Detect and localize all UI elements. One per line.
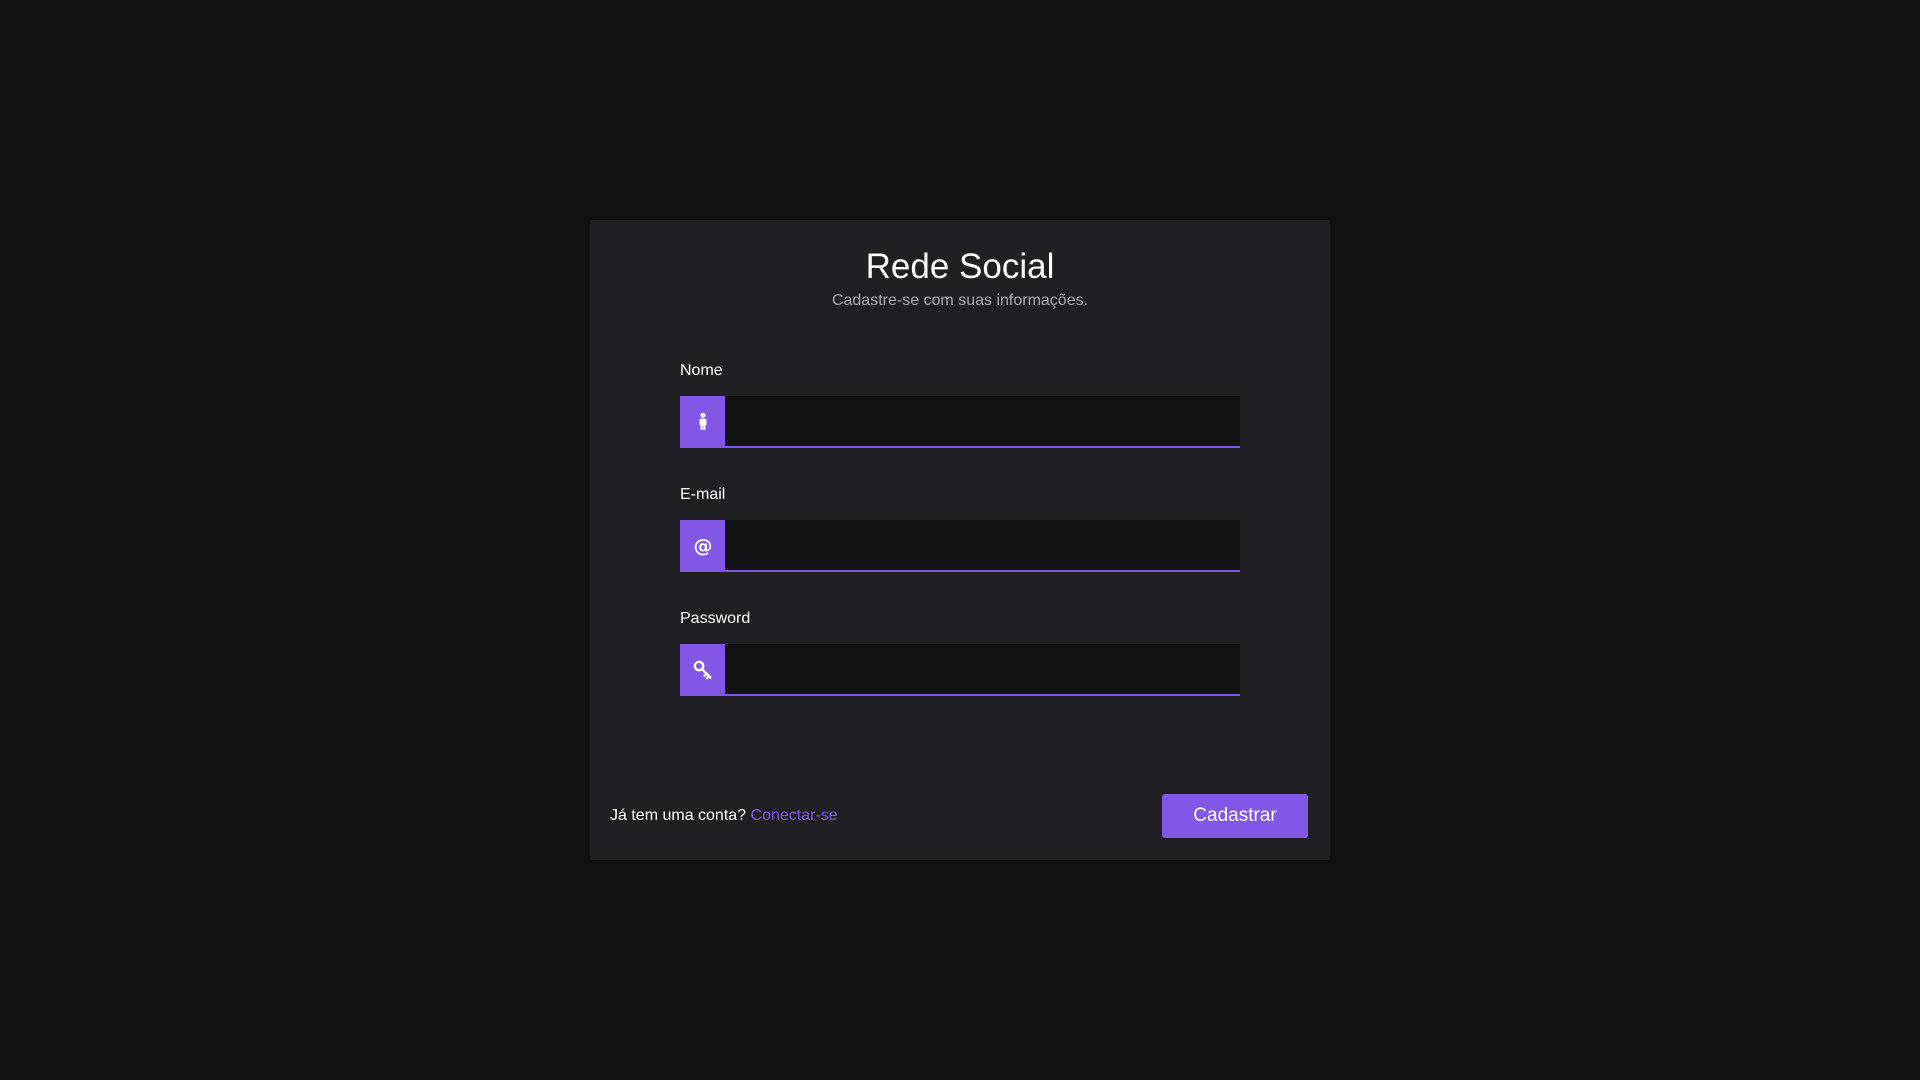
password-input[interactable]	[725, 644, 1240, 696]
login-prompt: Já tem uma conta? Conectar-se	[610, 807, 838, 825]
name-input[interactable]	[725, 396, 1240, 448]
login-prompt-text: Já tem uma conta?	[610, 807, 751, 824]
password-input-row	[680, 644, 1240, 696]
name-field-group: Nome	[680, 362, 1240, 448]
email-input-row: @	[680, 520, 1240, 572]
email-input[interactable]	[725, 520, 1240, 572]
password-label: Password	[680, 610, 751, 627]
key-icon	[680, 644, 725, 696]
register-button[interactable]: Cadastrar	[1162, 794, 1308, 838]
svg-text:@: @	[693, 535, 712, 557]
signup-footer: Já tem uma conta? Conectar-se Cadastrar	[610, 794, 1308, 838]
at-sign-icon: @	[680, 520, 725, 572]
name-input-row	[680, 396, 1240, 448]
signup-subtitle: Cadastre-se com suas informações.	[831, 292, 1089, 309]
person-icon	[680, 396, 725, 448]
login-link[interactable]: Conectar-se	[751, 807, 838, 824]
app-title: Rede Social	[865, 247, 1055, 286]
email-field-group: E-mail @	[680, 486, 1240, 572]
signup-form: Nome E-mail @ Password	[680, 362, 1240, 734]
password-field-group: Password	[680, 610, 1240, 696]
name-label: Nome	[680, 362, 723, 379]
signup-card: Rede Social Cadastre-se com suas informa…	[590, 220, 1330, 860]
email-label: E-mail	[680, 486, 726, 503]
